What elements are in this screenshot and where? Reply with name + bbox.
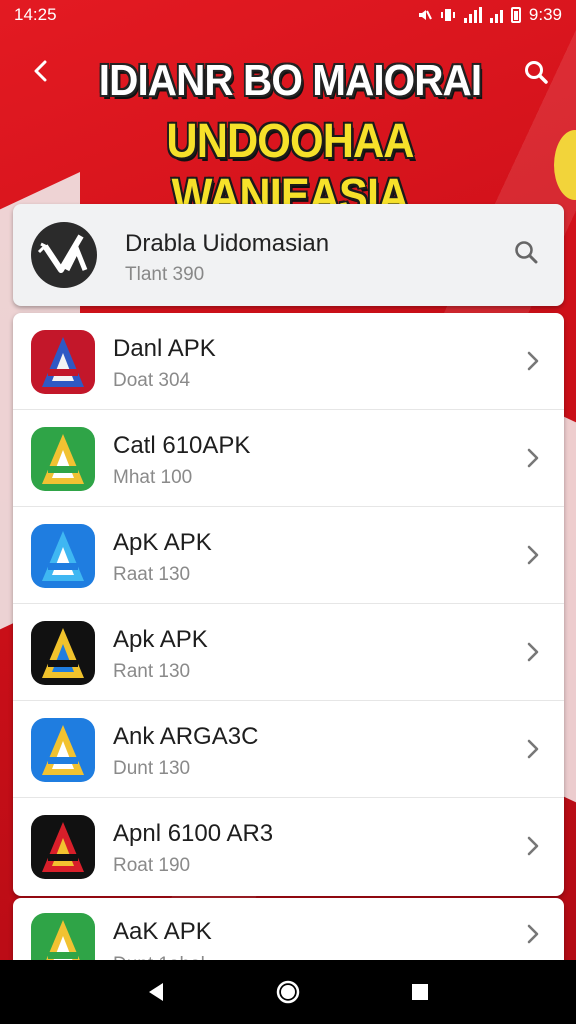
status-bar: 14:25 9:39 bbox=[0, 0, 576, 30]
signal-icon-2 bbox=[489, 7, 503, 23]
list-item[interactable]: Catl 610APK Mhat 100 bbox=[13, 410, 564, 507]
signal-icon bbox=[463, 7, 482, 23]
app-name: Ank ARGA3C bbox=[113, 723, 259, 750]
nav-back-icon bbox=[149, 983, 163, 1001]
chevron-right-icon bbox=[527, 924, 539, 944]
nav-recents-button[interactable] bbox=[400, 972, 440, 1012]
back-arrow-icon bbox=[34, 60, 47, 82]
app-sub: Mhat 100 bbox=[113, 467, 193, 488]
app-sub: Rant 130 bbox=[113, 661, 191, 682]
list-item[interactable]: Danl APK Doat 304 bbox=[13, 313, 564, 410]
featured-search-button[interactable] bbox=[510, 236, 542, 268]
list-item[interactable]: AaK APK Dunt 1ahal bbox=[13, 898, 564, 968]
featured-logo-icon bbox=[37, 234, 88, 273]
status-time-left: 14:25 bbox=[14, 5, 57, 24]
status-icons: 9:39 bbox=[416, 5, 562, 25]
page-title: IDIANR BO MAIORAI bbox=[98, 56, 482, 105]
nav-recents-icon bbox=[412, 984, 428, 1000]
featured-app-name: Drabla Uidomasian bbox=[125, 230, 330, 257]
nav-back-button[interactable] bbox=[136, 972, 176, 1012]
navigation-bar bbox=[0, 960, 576, 1024]
app-sub: Dunt 130 bbox=[113, 758, 191, 779]
app-icon bbox=[30, 329, 96, 395]
app-icon bbox=[30, 814, 96, 880]
status-time-right: 9:39 bbox=[528, 5, 562, 24]
search-icon bbox=[515, 241, 538, 264]
header-search-button[interactable] bbox=[520, 56, 552, 88]
app-name: AaK APK bbox=[113, 918, 212, 945]
battery-icon bbox=[510, 7, 521, 23]
list-item[interactable]: Ank ARGA3C Dunt 130 bbox=[13, 701, 564, 798]
featured-app-logo bbox=[31, 222, 97, 288]
back-button[interactable] bbox=[26, 56, 56, 86]
app-sub: Doat 304 bbox=[113, 370, 191, 391]
app-name: Danl APK bbox=[113, 335, 216, 362]
mute-icon bbox=[418, 10, 432, 20]
app-icon bbox=[30, 523, 96, 589]
featured-app-card[interactable]: Drabla Uidomasian Tlant 390 bbox=[13, 204, 564, 306]
chevron-right-icon bbox=[527, 642, 539, 662]
list-item[interactable]: ApK APK Raat 130 bbox=[13, 507, 564, 604]
nav-home-icon bbox=[276, 980, 300, 1004]
vibrate-icon bbox=[440, 9, 455, 21]
chevron-right-icon bbox=[527, 545, 539, 565]
app-sub: Raat 130 bbox=[113, 564, 191, 585]
nav-home-button[interactable] bbox=[268, 972, 308, 1012]
chevron-right-icon bbox=[527, 448, 539, 468]
chevron-right-icon bbox=[527, 836, 539, 856]
chevron-right-icon bbox=[527, 351, 539, 371]
chevron-right-icon bbox=[527, 739, 539, 759]
app-name: Apnl 6100 AR3 bbox=[113, 820, 274, 847]
app-icon bbox=[30, 426, 96, 492]
app-name: ApK APK bbox=[113, 529, 212, 556]
search-icon bbox=[525, 61, 548, 84]
app-list: Danl APK Doat 304 Catl 610APK Mhat 100 ApK A… bbox=[13, 313, 564, 896]
app-name: Catl 610APK bbox=[113, 432, 251, 459]
app-list-next: AaK APK Dunt 1ahal bbox=[13, 898, 564, 968]
app-icon bbox=[30, 717, 96, 783]
app-icon bbox=[30, 620, 96, 686]
app-name: Apk APK bbox=[113, 626, 208, 653]
list-item[interactable]: Apk APK Rant 130 bbox=[13, 604, 564, 701]
app-sub: Roat 190 bbox=[113, 855, 191, 876]
featured-app-sub: Tlant 390 bbox=[125, 264, 205, 285]
list-item[interactable]: Apnl 6100 AR3 Roat 190 bbox=[13, 798, 564, 895]
